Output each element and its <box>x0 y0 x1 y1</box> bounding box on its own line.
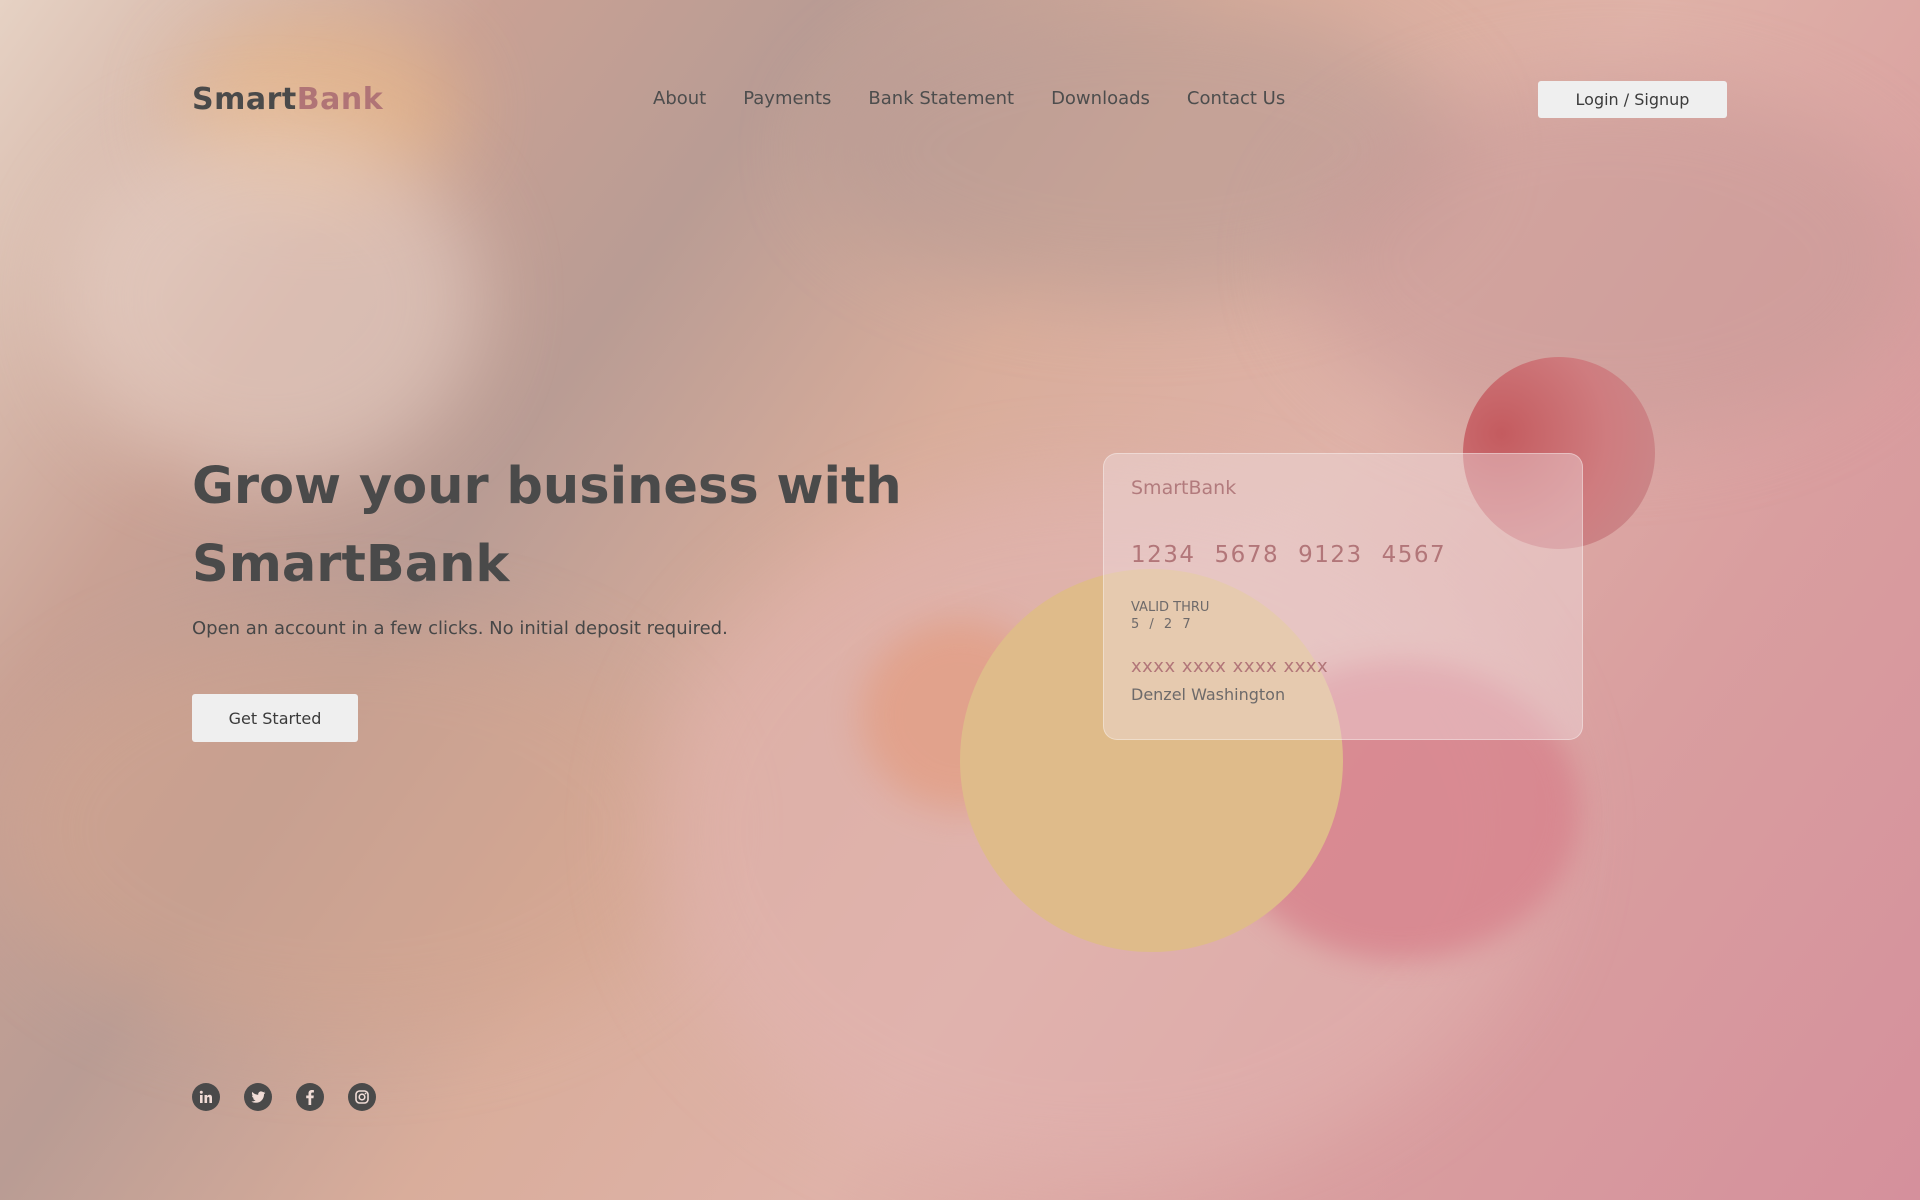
card-number-group: 5678 <box>1214 542 1280 568</box>
card-holder-name: Denzel Washington <box>1131 685 1286 704</box>
hero-subtitle: Open an account in a few clicks. No init… <box>192 618 728 639</box>
card-number: 1234 5678 9123 4567 <box>1131 542 1446 568</box>
linkedin-icon[interactable] <box>192 1083 220 1111</box>
card-number-group: 1234 <box>1131 542 1196 568</box>
card-brand: SmartBank <box>1131 477 1237 499</box>
logo-text-accent: Bank <box>296 82 384 117</box>
card-number-group: 4567 <box>1381 542 1447 568</box>
facebook-icon[interactable] <box>296 1083 324 1111</box>
instagram-icon[interactable] <box>348 1083 376 1111</box>
social-links <box>192 1083 376 1111</box>
nav-item-bank-statement[interactable]: Bank Statement <box>868 88 1014 109</box>
logo-text-primary: Smart <box>192 82 297 117</box>
hero-title: Grow your business with SmartBank <box>192 457 902 594</box>
get-started-button[interactable]: Get Started <box>192 694 358 742</box>
nav-item-downloads[interactable]: Downloads <box>1051 88 1150 109</box>
brand-logo[interactable]: SmartBank <box>192 82 383 117</box>
card-valid-thru-label: VALID THRU <box>1131 600 1210 615</box>
card-valid-thru-value: 5 / 2 7 <box>1131 617 1194 632</box>
twitter-icon[interactable] <box>244 1083 272 1111</box>
nav-item-about[interactable]: About <box>653 88 706 109</box>
main-nav: About Payments Bank Statement Downloads … <box>653 88 1285 109</box>
nav-item-contact-us[interactable]: Contact Us <box>1187 88 1285 109</box>
login-signup-button[interactable]: Login / Signup <box>1538 81 1727 118</box>
nav-item-payments[interactable]: Payments <box>743 88 831 109</box>
background-blur <box>60 120 480 480</box>
card-number-group: 9123 <box>1298 542 1363 568</box>
landing-page: SmartBank About Payments Bank Statement … <box>0 0 1920 1200</box>
card-masked-number: xxxx xxxx xxxx xxxx <box>1131 656 1329 677</box>
credit-card: SmartBank 1234 5678 9123 4567 VALID THRU… <box>1103 453 1583 740</box>
background-blur <box>0 620 700 1040</box>
